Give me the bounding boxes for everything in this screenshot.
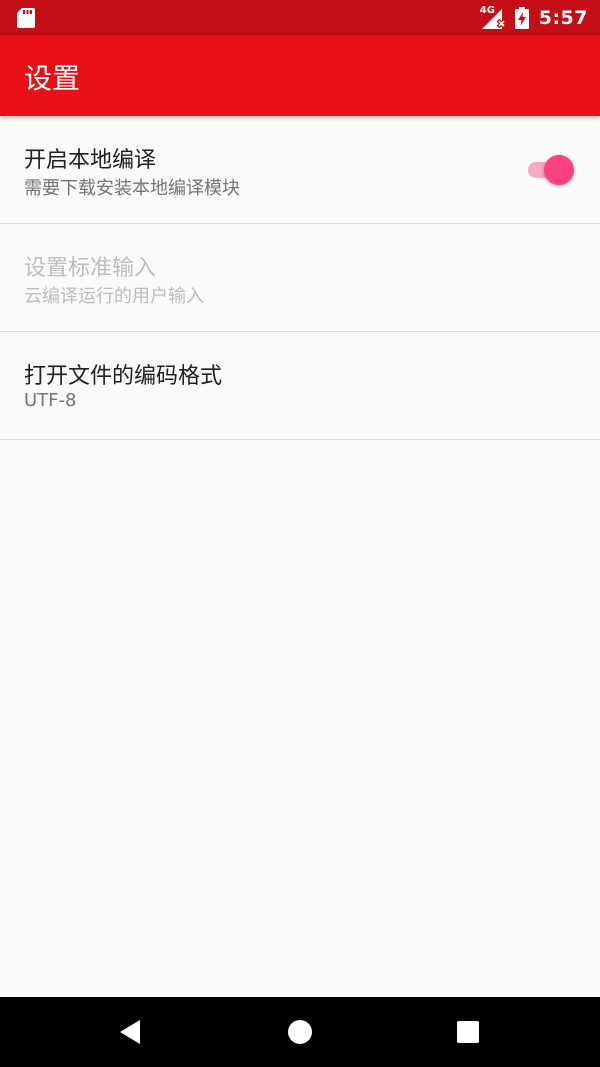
- status-bar: 4G 5:57: [0, 0, 600, 35]
- battery-charging-icon: [514, 6, 529, 29]
- pref-title: 打开文件的编码格式: [24, 364, 223, 389]
- back-icon: [120, 1020, 140, 1044]
- page-title: 设置: [24, 62, 81, 95]
- recents-icon: [457, 1021, 479, 1043]
- pref-summary: 云编译运行的用户输入: [24, 286, 204, 307]
- local-compile-switch[interactable]: [526, 155, 574, 185]
- signal-no-data-icon: [481, 8, 507, 29]
- pref-title: 开启本地编译: [24, 148, 157, 173]
- pref-file-encoding[interactable]: 打开文件的编码格式 UTF-8: [0, 332, 600, 440]
- pref-summary: 需要下载安装本地编译模块: [24, 178, 240, 199]
- sd-card-icon: [17, 8, 35, 28]
- pref-standard-input: 设置标准输入 云编译运行的用户输入: [0, 224, 600, 332]
- status-icons: 4G 5:57: [480, 0, 588, 35]
- pref-summary: UTF-8: [24, 390, 77, 411]
- home-button[interactable]: [250, 997, 350, 1067]
- navigation-bar: [0, 997, 600, 1067]
- pref-local-compile[interactable]: 开启本地编译 需要下载安装本地编译模块: [0, 116, 600, 224]
- back-button[interactable]: [80, 997, 180, 1067]
- home-icon: [288, 1020, 312, 1044]
- pref-title: 设置标准输入: [24, 256, 157, 281]
- recents-button[interactable]: [418, 997, 518, 1067]
- app-bar: 设置: [0, 35, 600, 116]
- switch-thumb: [544, 155, 574, 185]
- settings-list: 开启本地编译 需要下载安装本地编译模块 设置标准输入 云编译运行的用户输入 打开…: [0, 116, 600, 440]
- status-time: 5:57: [538, 6, 588, 29]
- network-indicator: 4G: [480, 5, 507, 30]
